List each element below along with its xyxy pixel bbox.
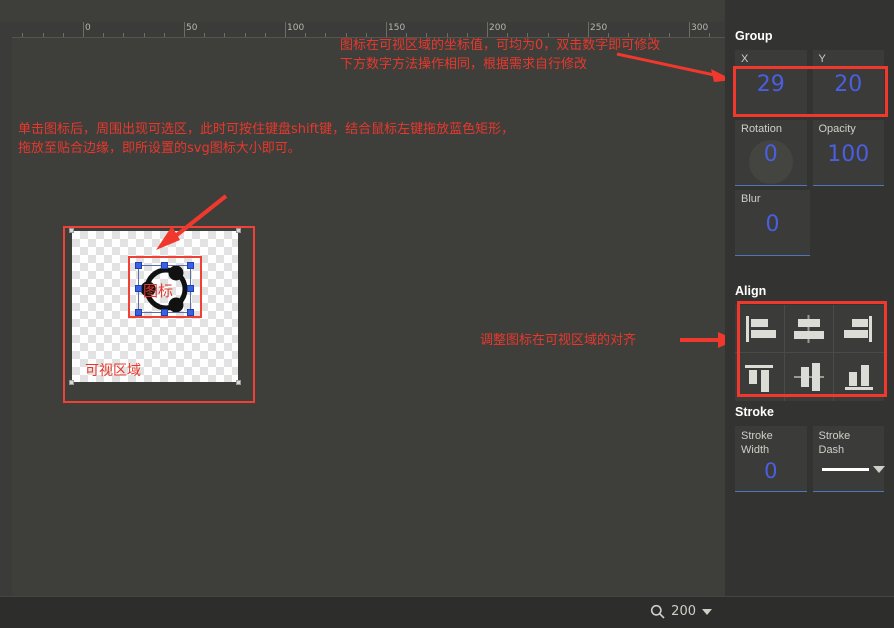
stroke-section: Stroke Stroke Width 0 Stroke Dash bbox=[725, 405, 894, 492]
ruler-tick-minor bbox=[709, 33, 710, 37]
magnifier-icon bbox=[651, 604, 665, 619]
field-rotation-value[interactable]: 0 bbox=[735, 142, 807, 167]
ruler-label: 200 bbox=[489, 23, 507, 33]
align-left-button[interactable] bbox=[735, 305, 785, 353]
align-middle-vertical-button[interactable] bbox=[785, 353, 835, 401]
stroke-row: Stroke Width 0 Stroke Dash bbox=[725, 422, 894, 492]
align-section: Align bbox=[725, 284, 894, 401]
group-section: Group X 29 Y 20 Rotation 0 Opacity 100 B… bbox=[725, 29, 894, 256]
field-stroke-dash-label: Stroke Dash bbox=[818, 430, 851, 456]
field-blur[interactable]: Blur 0 bbox=[735, 190, 810, 256]
group-section-title: Group bbox=[735, 29, 773, 43]
zoom-chevron-down-icon[interactable] bbox=[702, 608, 712, 615]
ruler-tick-minor bbox=[63, 33, 64, 37]
ruler-label: 250 bbox=[590, 23, 608, 33]
align-top-icon bbox=[745, 365, 774, 392]
ruler-tick-minor bbox=[265, 33, 266, 37]
ruler-label: 150 bbox=[388, 23, 406, 33]
ruler-tick-minor bbox=[123, 33, 124, 37]
annotation-align-note: 调整图标在可视区域的对齐 bbox=[480, 333, 637, 348]
field-opacity-label: Opacity bbox=[818, 123, 856, 135]
selection-handle-nw[interactable] bbox=[135, 262, 142, 269]
zoom-level-value[interactable]: 200 bbox=[671, 604, 696, 619]
field-x-label: X bbox=[741, 53, 749, 65]
align-button-grid bbox=[735, 305, 884, 401]
ruler-tick-minor bbox=[164, 33, 165, 37]
field-stroke-width-value[interactable]: 0 bbox=[735, 459, 807, 483]
ruler-tick-minor bbox=[669, 33, 670, 37]
field-rotation[interactable]: Rotation 0 bbox=[735, 120, 807, 186]
artboard-handle-tr[interactable] bbox=[236, 228, 241, 233]
ruler-tick-minor bbox=[224, 33, 225, 37]
stroke-dash-preview bbox=[821, 468, 869, 471]
ruler-tick-minor bbox=[245, 33, 246, 37]
annotation-selection-note: 单击图标后，周围出现可选区，此时可按住键盘shift键，结合鼠标左键拖放蓝色矩形… bbox=[18, 122, 515, 156]
field-opacity-value[interactable]: 100 bbox=[813, 142, 885, 167]
ruler-label: 300 bbox=[691, 23, 709, 33]
ruler-tick-minor bbox=[103, 33, 104, 37]
selection-handle-n[interactable] bbox=[160, 262, 168, 269]
align-right-icon bbox=[844, 315, 873, 342]
ruler-tick-minor bbox=[204, 33, 205, 37]
selection-handle-s[interactable] bbox=[160, 309, 168, 316]
status-bar: 200 bbox=[0, 596, 894, 628]
ruler-tick-minor bbox=[22, 33, 23, 37]
zoom-control[interactable]: 200 bbox=[650, 604, 712, 619]
field-stroke-width-label: Stroke Width bbox=[741, 430, 773, 456]
artboard-handle-tl[interactable] bbox=[69, 228, 74, 233]
annotation-coordinates-note: 图标在可视区域的坐标值，可均为0，双击数字即可修改 下方数字方法操作相同，根据需… bbox=[340, 38, 661, 72]
field-x-value[interactable]: 29 bbox=[735, 72, 807, 97]
field-opacity[interactable]: Opacity 100 bbox=[812, 120, 885, 186]
artboard-handle-bl[interactable] bbox=[69, 380, 74, 385]
icon-overlay-label: 图标 bbox=[143, 282, 174, 300]
group-row-rotation-opacity: Rotation 0 Opacity 100 bbox=[725, 116, 894, 186]
ruler-tick-minor bbox=[144, 33, 145, 37]
selection-handle-sw[interactable] bbox=[135, 309, 142, 316]
app-root: 0 50 100 150 200 250 300 图标 可视区域 图标在可视区域… bbox=[0, 0, 894, 628]
align-middle-vertical-icon bbox=[793, 363, 824, 391]
ruler-label: 100 bbox=[287, 23, 305, 33]
field-y-label: Y bbox=[818, 53, 826, 65]
align-section-title: Align bbox=[735, 284, 767, 298]
properties-panel: Group X 29 Y 20 Rotation 0 Opacity 100 B… bbox=[725, 0, 894, 628]
selection-handle-w[interactable] bbox=[135, 285, 142, 292]
artboard-handle-br[interactable] bbox=[236, 380, 241, 385]
align-bottom-icon bbox=[845, 365, 874, 390]
selection-handle-ne[interactable] bbox=[187, 262, 194, 269]
align-center-horizontal-icon bbox=[793, 314, 824, 343]
group-row-xy: X 29 Y 20 bbox=[725, 46, 894, 116]
field-blur-label: Blur bbox=[741, 193, 761, 205]
field-rotation-label: Rotation bbox=[741, 123, 782, 135]
align-top-button[interactable] bbox=[735, 353, 785, 401]
ruler-tick-minor bbox=[43, 33, 44, 37]
field-y-value[interactable]: 20 bbox=[813, 72, 885, 97]
ruler-label: 0 bbox=[85, 23, 91, 33]
align-left-icon bbox=[746, 315, 777, 342]
group-row-blur: Blur 0 bbox=[725, 186, 894, 256]
field-blur-value[interactable]: 0 bbox=[735, 212, 810, 237]
field-y[interactable]: Y 20 bbox=[812, 50, 885, 116]
field-x[interactable]: X 29 bbox=[735, 50, 807, 116]
align-bottom-button[interactable] bbox=[834, 353, 884, 401]
selection-handle-se[interactable] bbox=[187, 309, 194, 316]
selection-handle-e[interactable] bbox=[187, 285, 194, 292]
chevron-down-icon[interactable] bbox=[872, 466, 885, 473]
visible-area-caption: 可视区域 bbox=[85, 363, 141, 379]
align-right-button[interactable] bbox=[834, 305, 884, 353]
ruler-tick-minor bbox=[325, 33, 326, 37]
stroke-section-title: Stroke bbox=[735, 405, 774, 419]
vertical-ruler[interactable] bbox=[0, 22, 12, 596]
align-center-horizontal-button[interactable] bbox=[784, 305, 835, 353]
canvas-area[interactable]: 0 50 100 150 200 250 300 图标 可视区域 bbox=[0, 0, 725, 596]
ruler-tick-minor bbox=[305, 33, 306, 37]
field-stroke-width[interactable]: Stroke Width 0 bbox=[735, 426, 807, 492]
ruler-label: 50 bbox=[186, 23, 198, 33]
field-stroke-dash[interactable]: Stroke Dash bbox=[812, 426, 885, 492]
